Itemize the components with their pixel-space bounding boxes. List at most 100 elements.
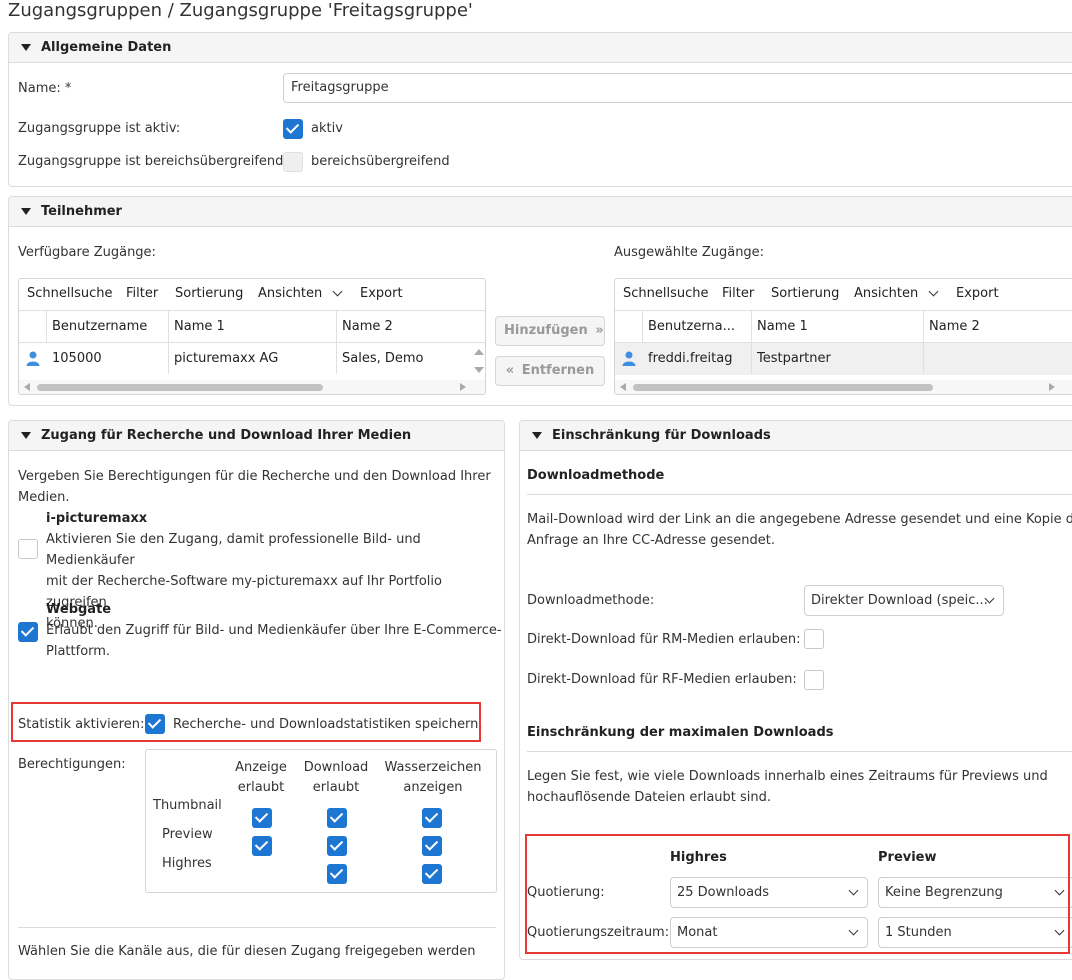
remove-button[interactable]: « Entfernen <box>495 356 605 386</box>
available-label: Verfügbare Zugänge: <box>18 245 156 260</box>
channels-text: Wählen Sie die Kanäle aus, die für diese… <box>18 944 476 959</box>
filter-button[interactable]: Filter <box>722 286 754 301</box>
access-intro: Vergeben Sie Berechtigungen für die Rech… <box>18 469 491 505</box>
active-checkbox[interactable] <box>283 119 303 139</box>
perm-row-highres: Highres <box>162 856 212 871</box>
download-limit-title: Einschränkung der maximalen Downloads <box>527 725 834 740</box>
perm-display-checkbox[interactable] <box>252 836 272 856</box>
perm-column-display: Anzeige erlaubt <box>235 760 287 795</box>
general-panel: Allgemeine Daten Name: * Freitagsgruppe … <box>8 32 1072 187</box>
export-button[interactable]: Export <box>956 286 999 301</box>
available-grid: Schnellsuche Filter Sortierung Ansichten… <box>18 278 486 395</box>
cell-name1: Testpartner <box>752 343 924 374</box>
sort-button[interactable]: Sortierung <box>771 286 839 301</box>
access-panel-title: Zugang für Recherche und Download Ihrer … <box>41 428 412 443</box>
cell-username: 105000 <box>47 343 169 374</box>
perm-watermark-checkbox[interactable] <box>422 836 442 856</box>
name-input[interactable]: Freitagsgruppe <box>283 73 1072 103</box>
perm-download-checkbox[interactable] <box>327 836 347 856</box>
cross-area-checkbox[interactable] <box>283 152 303 172</box>
scroll-right-icon[interactable] <box>1049 383 1055 391</box>
column-header-name2[interactable]: Name 2 <box>924 311 1072 342</box>
perm-watermark-checkbox[interactable] <box>422 864 442 884</box>
perm-row-preview: Preview <box>162 827 213 842</box>
required-mark: * <box>64 81 72 96</box>
column-header-name1[interactable]: Name 1 <box>169 311 337 342</box>
participants-panel: Teilnehmer Verfügbare Zugänge: Ausgewähl… <box>8 196 1072 406</box>
webgate-checkbox[interactable] <box>18 622 38 642</box>
download-method-title: Downloadmethode <box>527 468 665 483</box>
export-button[interactable]: Export <box>360 286 403 301</box>
downloads-panel-header[interactable]: Einschränkung für Downloads <box>520 421 1072 451</box>
quick-search-button[interactable]: Schnellsuche <box>623 286 709 301</box>
views-button[interactable]: Ansichten <box>258 286 343 301</box>
chevron-down-icon <box>332 286 343 297</box>
scroll-left-icon[interactable] <box>24 383 30 391</box>
permissions-box: Anzeige erlaubt Download erlaubt Wasserz… <box>145 749 497 893</box>
views-button[interactable]: Ansichten <box>854 286 939 301</box>
filter-button[interactable]: Filter <box>126 286 158 301</box>
user-icon-cell <box>19 343 47 374</box>
column-header-name2[interactable]: Name 2 <box>337 311 477 342</box>
collapse-triangle-icon[interactable] <box>21 44 31 51</box>
divider <box>527 494 1072 495</box>
scroll-left-icon[interactable] <box>620 383 626 391</box>
scrollbar-thumb[interactable] <box>37 384 323 391</box>
highlight-box-quota <box>525 834 1070 954</box>
perm-download-checkbox[interactable] <box>327 864 347 884</box>
active-checkbox-label: aktiv <box>311 121 343 136</box>
rf-download-checkbox[interactable] <box>804 670 824 690</box>
perm-display-checkbox[interactable] <box>252 808 272 828</box>
collapse-triangle-icon[interactable] <box>21 208 31 215</box>
collapse-triangle-icon[interactable] <box>532 432 542 439</box>
rf-download-label: Direkt-Download für RF-Medien erlauben: <box>527 672 797 687</box>
general-panel-header[interactable]: Allgemeine Daten <box>9 33 1072 63</box>
rm-download-label: Direkt-Download für RM-Medien erlauben: <box>527 632 801 647</box>
user-icon <box>622 351 636 366</box>
add-button[interactable]: Hinzufügen » <box>495 316 605 346</box>
page-title: Zugangsgruppen / Zugangsgruppe 'Freitags… <box>8 0 473 21</box>
access-panel-header[interactable]: Zugang für Recherche und Download Ihrer … <box>9 421 504 451</box>
sort-button[interactable]: Sortierung <box>175 286 243 301</box>
cell-name1: picturemaxx AG <box>169 343 337 374</box>
cross-area-label: Zugangsgruppe ist bereichsübergreifend: <box>18 154 288 169</box>
user-icon <box>26 351 40 366</box>
ipicturemaxx-checkbox[interactable] <box>18 539 38 559</box>
scroll-right-icon[interactable] <box>460 383 466 391</box>
grid-icon-column <box>615 311 643 342</box>
downloads-panel-title: Einschränkung für Downloads <box>552 428 771 443</box>
scroll-down-icon[interactable] <box>474 367 484 373</box>
name-label: Name: * <box>18 81 72 96</box>
perm-row-thumbnail: Thumbnail <box>153 798 222 813</box>
grid-icon-column <box>19 311 47 342</box>
webgate-text: Webgate Erlaubt den Zugriff für Bild- un… <box>46 602 502 659</box>
grid-header: Benutzerna... Name 1 Name 2 <box>615 310 1072 343</box>
perm-column-download: Download erlaubt <box>303 760 369 795</box>
perm-download-checkbox[interactable] <box>327 808 347 828</box>
general-panel-title: Allgemeine Daten <box>41 40 172 55</box>
horizontal-scrollbar[interactable] <box>615 380 1072 394</box>
rm-download-checkbox[interactable] <box>804 629 824 649</box>
cell-name2: Sales, Demo <box>342 351 424 366</box>
scroll-up-icon[interactable] <box>474 349 484 355</box>
cell-username: freddi.freitag <box>643 343 752 374</box>
column-header-username[interactable]: Benutzername <box>47 311 169 342</box>
table-row[interactable]: 105000 picturemaxx AG Sales, Demo <box>19 343 485 375</box>
participants-panel-header[interactable]: Teilnehmer <box>9 197 1072 227</box>
cell-name2 <box>924 343 1064 374</box>
user-icon-cell <box>615 343 643 374</box>
horizontal-scrollbar[interactable] <box>19 380 485 394</box>
scrollbar-thumb[interactable] <box>633 384 933 391</box>
cross-area-checkbox-label: bereichsübergreifend <box>311 154 450 169</box>
quick-search-button[interactable]: Schnellsuche <box>27 286 113 301</box>
double-chevron-left-icon: « <box>505 363 515 378</box>
column-header-username[interactable]: Benutzerna... <box>643 311 752 342</box>
permissions-label: Berechtigungen: <box>18 757 126 772</box>
double-chevron-right-icon: » <box>595 323 604 338</box>
table-row[interactable]: freddi.freitag Testpartner <box>615 343 1072 375</box>
download-method-select[interactable]: Direkter Download (speic... <box>804 585 1004 616</box>
collapse-triangle-icon[interactable] <box>21 432 31 439</box>
access-panel: Zugang für Recherche und Download Ihrer … <box>8 420 505 980</box>
column-header-name1[interactable]: Name 1 <box>752 311 924 342</box>
perm-watermark-checkbox[interactable] <box>422 808 442 828</box>
